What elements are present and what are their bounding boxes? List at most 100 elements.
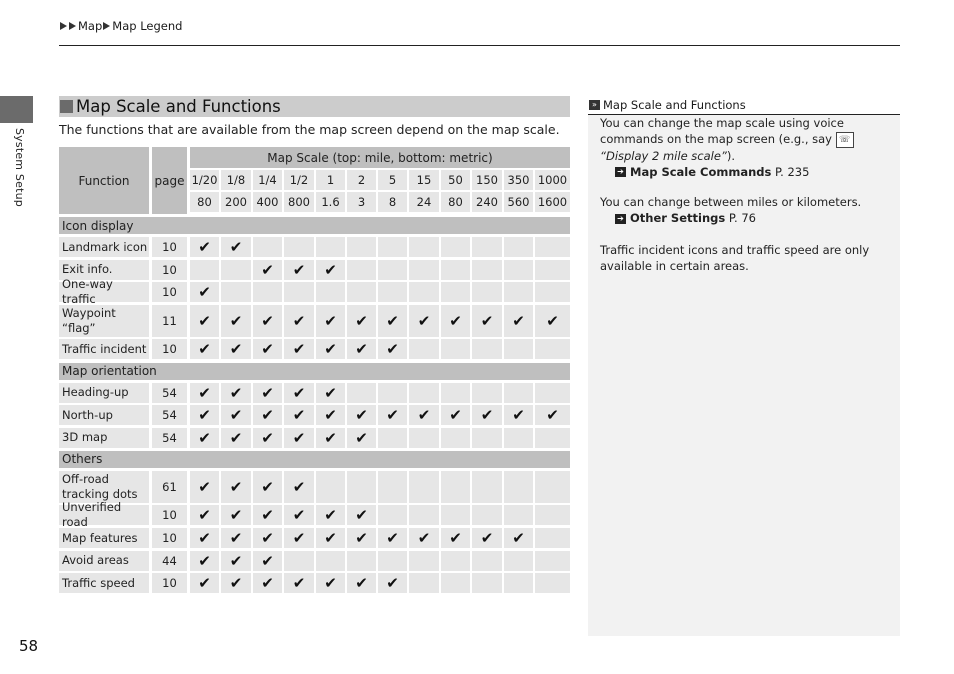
breadcrumb-item[interactable]: Map xyxy=(78,19,102,33)
check-cell: ✔ xyxy=(190,427,219,448)
group-header: Others xyxy=(59,450,570,468)
check-cell: ✔ xyxy=(378,528,407,548)
checkmark-icon: ✔ xyxy=(546,311,559,330)
check-cell: ✔ xyxy=(221,470,251,503)
note-heading: » Map Scale and Functions xyxy=(588,95,900,115)
empty-cell xyxy=(535,505,570,526)
page-ref: 10 xyxy=(152,573,187,594)
empty-cell xyxy=(504,470,533,503)
square-bullet-icon xyxy=(60,100,73,113)
page-ref: 61 xyxy=(152,470,187,503)
check-cell: ✔ xyxy=(190,505,219,526)
checkmark-icon: ✔ xyxy=(229,428,243,447)
check-cell: ✔ xyxy=(253,505,282,526)
empty-cell xyxy=(316,237,345,257)
breadcrumb-item[interactable]: Map Legend xyxy=(112,19,182,33)
empty-cell xyxy=(535,339,570,360)
page-header: page xyxy=(152,147,187,214)
scale-metric-cell: 400 xyxy=(253,192,282,212)
empty-cell xyxy=(409,382,439,403)
section-title: Map Scale and Functions xyxy=(59,96,570,117)
checkmark-icon: ✔ xyxy=(480,406,494,425)
check-cell: ✔ xyxy=(253,427,282,448)
reference-arrow-icon: ➔ xyxy=(615,213,626,224)
empty-cell xyxy=(284,237,314,257)
check-cell: ✔ xyxy=(378,304,407,337)
empty-cell xyxy=(535,282,570,303)
empty-cell xyxy=(409,339,439,360)
check-cell: ✔ xyxy=(347,405,376,426)
empty-cell xyxy=(347,550,376,571)
empty-cell xyxy=(409,470,439,503)
section-title-text: Map Scale and Functions xyxy=(76,97,281,116)
checkmark-icon: ✔ xyxy=(512,311,525,330)
checkmark-icon: ✔ xyxy=(229,506,243,525)
checkmark-icon: ✔ xyxy=(386,574,399,593)
check-cell: ✔ xyxy=(253,470,282,503)
checkmark-icon: ✔ xyxy=(292,260,306,279)
check-cell: ✔ xyxy=(221,382,251,403)
empty-cell xyxy=(441,573,470,594)
check-cell: ✔ xyxy=(284,339,314,360)
empty-cell xyxy=(441,237,470,257)
empty-cell xyxy=(409,550,439,571)
check-cell: ✔ xyxy=(190,405,219,426)
page-ref: 10 xyxy=(152,259,187,280)
empty-cell xyxy=(378,550,407,571)
scale-metric-cell: 3 xyxy=(347,192,376,212)
check-cell: ✔ xyxy=(253,550,282,571)
scale-mile-cell: 1 xyxy=(316,170,345,190)
checkmark-icon: ✔ xyxy=(512,529,525,547)
check-cell: ✔ xyxy=(284,405,314,426)
reference-link[interactable]: ➔ Other Settings P. 76 xyxy=(600,210,895,226)
reference-page: P. 235 xyxy=(775,164,810,179)
check-cell: ✔ xyxy=(347,304,376,337)
scale-metric-cell: 80 xyxy=(190,192,219,212)
check-cell: ✔ xyxy=(504,528,533,548)
checkmark-icon: ✔ xyxy=(261,529,274,547)
checkmark-icon: ✔ xyxy=(355,311,368,330)
scale-metric-cell: 80 xyxy=(441,192,470,212)
checkmark-icon: ✔ xyxy=(229,406,243,425)
page-ref: 11 xyxy=(152,304,187,337)
check-cell: ✔ xyxy=(253,304,282,337)
empty-cell xyxy=(441,550,470,571)
check-cell: ✔ xyxy=(221,339,251,360)
check-cell: ✔ xyxy=(221,550,251,571)
check-cell: ✔ xyxy=(253,382,282,403)
page-number: 58 xyxy=(19,637,39,655)
check-cell: ✔ xyxy=(190,382,219,403)
scale-metric-cell: 240 xyxy=(472,192,502,212)
checkmark-icon: ✔ xyxy=(512,406,525,425)
note-text: You can change the map scale using voice… xyxy=(600,116,844,146)
group-header: Icon display xyxy=(59,217,570,234)
check-cell: ✔ xyxy=(316,382,345,403)
voice-command-quote: “Display 2 mile scale” xyxy=(600,148,727,163)
empty-cell xyxy=(378,382,407,403)
checkmark-icon: ✔ xyxy=(198,551,211,570)
empty-cell xyxy=(409,427,439,448)
function-name: 3D map xyxy=(59,427,149,448)
check-cell: ✔ xyxy=(190,528,219,548)
check-cell: ✔ xyxy=(284,382,314,403)
checkmark-icon: ✔ xyxy=(449,406,462,425)
reference-link[interactable]: ➔ Map Scale Commands P. 235 xyxy=(600,164,895,180)
check-cell: ✔ xyxy=(409,528,439,548)
scale-metric-cell: 1600 xyxy=(535,192,570,212)
page-ref: 10 xyxy=(152,237,187,257)
function-name: Waypoint “flag” xyxy=(59,304,149,337)
empty-cell xyxy=(378,427,407,448)
check-cell: ✔ xyxy=(221,505,251,526)
checkmark-icon: ✔ xyxy=(292,428,306,447)
empty-cell xyxy=(472,550,502,571)
checkmark-icon: ✔ xyxy=(449,529,462,547)
scale-metric-cell: 200 xyxy=(221,192,251,212)
checkmark-icon: ✔ xyxy=(292,340,306,359)
checkmark-icon: ✔ xyxy=(417,529,431,547)
checkmark-icon: ✔ xyxy=(198,529,211,547)
check-cell: ✔ xyxy=(221,573,251,594)
scale-mile-cell: 1000 xyxy=(535,170,570,190)
page-ref: 54 xyxy=(152,427,187,448)
checkmark-icon: ✔ xyxy=(198,506,211,525)
checkmark-icon: ✔ xyxy=(261,428,274,447)
